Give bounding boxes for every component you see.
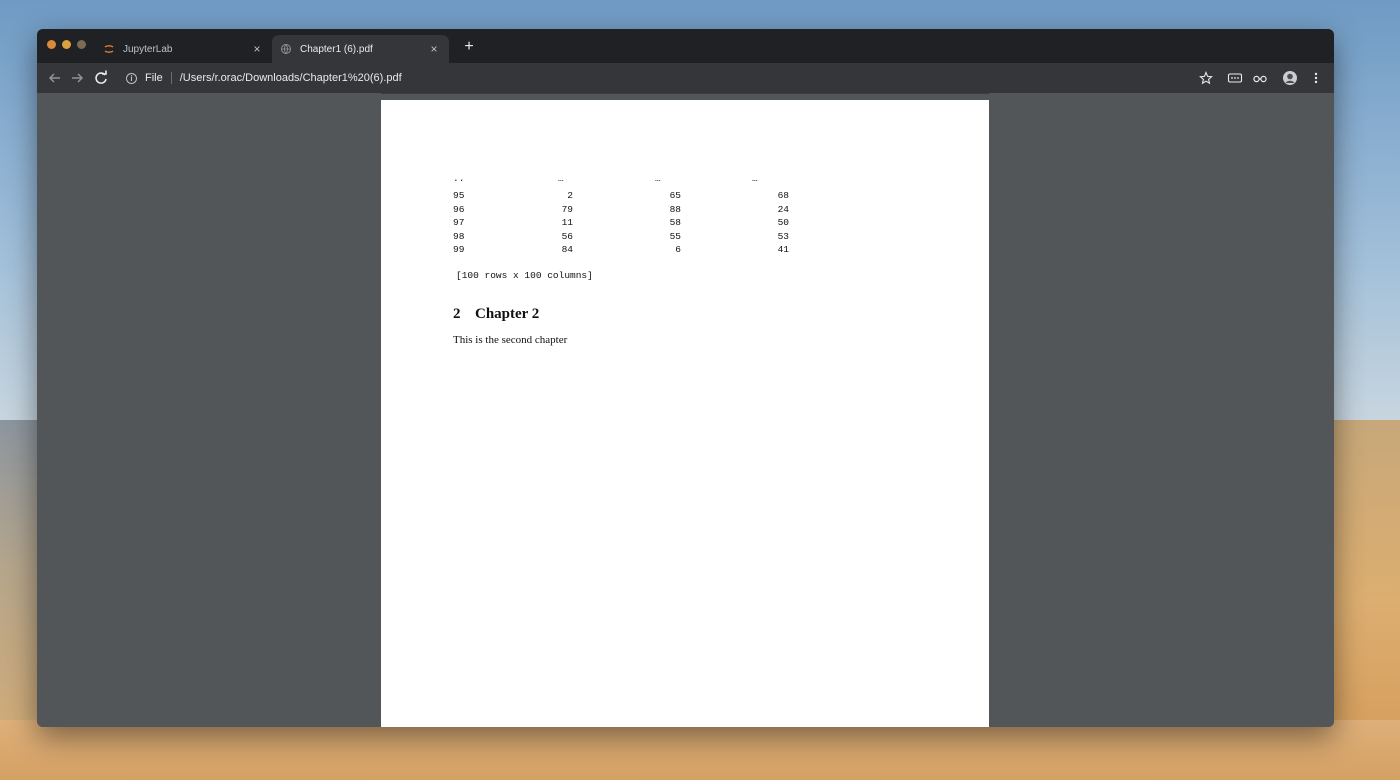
jupyter-icon [104, 45, 114, 53]
table-row: 97 11 58 50 [453, 217, 813, 230]
table-row: 99 84 6 41 [453, 244, 813, 257]
table-cell: … [752, 173, 758, 184]
address-separator [170, 72, 172, 84]
chapter-heading: 2 Chapter 2 [453, 306, 539, 323]
back-icon[interactable] [46, 69, 64, 87]
star-icon[interactable] [1198, 69, 1214, 87]
dataframe-summary: [100 rows x 100 columns] [456, 270, 593, 281]
pdf-page: .. … … … 95 2 65 68 96 79 88 24 97 11 58… [381, 100, 989, 727]
info-icon[interactable]: i [126, 72, 137, 84]
table-cell: 50 [777, 217, 789, 229]
row-index: 99 [453, 243, 465, 255]
table-cell: 55 [669, 230, 681, 242]
tab-jupyterlab[interactable]: JupyterLab × [95, 35, 272, 63]
tab-close-icon[interactable]: × [427, 42, 441, 56]
globe-icon [281, 44, 291, 55]
maximize-window-button[interactable] [77, 40, 86, 49]
table-ellipsis-row: .. … … … [453, 173, 813, 190]
row-index: 97 [453, 217, 465, 229]
row-index: 98 [453, 230, 465, 242]
row-index: 95 [453, 190, 465, 202]
tab-chapter-pdf[interactable]: Chapter1 (6).pdf × [272, 35, 449, 63]
table-cell: 84 [561, 243, 573, 255]
browser-window: JupyterLab × Chapter1 (6).pdf × + i File [37, 29, 1334, 727]
minimize-window-button[interactable] [62, 40, 71, 49]
table-cell: 58 [669, 217, 681, 229]
tab-strip: JupyterLab × Chapter1 (6).pdf × + [37, 29, 1334, 63]
browser-toolbar: i File /Users/r.orac/Downloads/Chapter1%… [37, 63, 1334, 93]
table-cell: 65 [669, 190, 681, 202]
profile-icon[interactable] [1282, 69, 1298, 87]
table-cell: 68 [777, 190, 789, 202]
forward-icon[interactable] [68, 69, 86, 87]
table-cell: 2 [567, 190, 573, 202]
new-tab-button[interactable]: + [460, 37, 478, 57]
table-cell: 88 [669, 203, 681, 215]
dataframe-output: .. … … … 95 2 65 68 96 79 88 24 97 11 58… [453, 173, 813, 257]
tab-title: Chapter1 (6).pdf [300, 43, 373, 55]
desktop-wallpaper-bottom [0, 720, 1400, 780]
table-row: 98 56 55 53 [453, 231, 813, 244]
chapter-body-text: This is the second chapter [453, 334, 568, 346]
table-cell: … [558, 173, 564, 184]
incognito-icon[interactable] [1252, 69, 1268, 87]
chapter-number: 2 [453, 306, 461, 322]
table-cell: 53 [777, 230, 789, 242]
reload-icon[interactable] [92, 69, 110, 87]
address-scheme: File [145, 72, 163, 84]
window-controls [47, 40, 86, 49]
tab-close-icon[interactable]: × [250, 42, 264, 56]
previous-page-edge [381, 93, 989, 94]
table-cell: … [655, 173, 661, 184]
address-url[interactable]: /Users/r.orac/Downloads/Chapter1%20(6).p… [180, 72, 402, 84]
pdf-viewer[interactable]: .. … … … 95 2 65 68 96 79 88 24 97 11 58… [37, 93, 1334, 727]
tab-title: JupyterLab [123, 43, 173, 55]
table-cell: 6 [675, 243, 681, 255]
row-index: 96 [453, 203, 465, 215]
table-cell: 41 [777, 243, 789, 255]
table-row: 96 79 88 24 [453, 204, 813, 217]
table-cell: .. [453, 173, 465, 184]
table-cell: 56 [561, 230, 573, 242]
table-row: 95 2 65 68 [453, 190, 813, 203]
menu-icon[interactable] [1308, 69, 1324, 87]
table-cell: 79 [561, 203, 573, 215]
chapter-title: Chapter 2 [475, 306, 540, 322]
table-cell: 24 [777, 203, 789, 215]
address-bar[interactable]: i File /Users/r.orac/Downloads/Chapter1%… [121, 67, 1191, 89]
table-cell: 11 [561, 217, 573, 229]
extension-icon[interactable] [1227, 69, 1243, 87]
close-window-button[interactable] [47, 40, 56, 49]
